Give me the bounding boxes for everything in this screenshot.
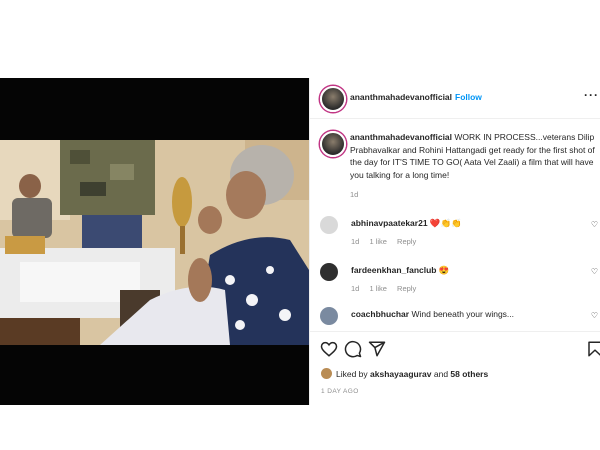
comment-meta: 1d 1 like Reply [351,237,424,246]
author-username[interactable]: ananthmahadevanofficial [350,92,452,102]
comment-likes[interactable]: 1 like [369,284,387,293]
comment-text: 😍 [438,265,450,275]
comment-reply-button[interactable]: Reply [397,237,416,246]
comment-text-line: fardeenkhan_fanclub 😍 [351,265,449,276]
caption-username[interactable]: ananthmahadevanofficial [350,132,452,142]
commenter-username[interactable]: coachbhuchar [351,309,409,319]
commenter-avatar[interactable] [320,307,338,325]
follow-button[interactable]: Follow [455,92,482,102]
comment-icon[interactable] [344,340,362,358]
commenter-avatar[interactable] [320,263,338,281]
post-timestamp: 1 DAY AGO [321,388,359,395]
post-caption: ananthmahadevanofficial WORK IN PROCESS.… [350,131,598,181]
post-actions-bar: Liked by akshayaagurav and 58 others 1 D… [310,331,600,406]
comment-meta: 1d 1 like Reply [351,284,424,293]
likes-prefix: Liked by [336,369,368,379]
author-avatar[interactable] [320,86,346,112]
more-options-icon[interactable]: ··· [584,88,599,102]
caption-avatar[interactable] [320,131,346,157]
liker-avatar[interactable] [321,368,332,379]
commenter-avatar[interactable] [320,216,338,234]
heart-icon[interactable] [320,340,338,358]
caption-meta: 1d [350,190,366,199]
comment-text-line: abhinavpaatekar21 ❤️👏👏 [351,218,462,229]
likes-connector: and [433,369,449,379]
post-media[interactable] [0,78,309,405]
post-header: ananthmahadevanofficial Follow ··· [310,78,600,119]
likes-others[interactable]: 58 others [450,369,488,379]
liker-username[interactable]: akshayaagurav [370,369,431,379]
photo-illustration [0,140,309,345]
comment-likes[interactable]: 1 like [369,237,387,246]
commenter-username[interactable]: fardeenkhan_fanclub [351,265,437,275]
bookmark-icon[interactable] [586,340,600,358]
comment-reply-button[interactable]: Reply [397,284,416,293]
comment-age: 1d [351,237,360,246]
comment-text: ❤️👏👏 [429,218,462,228]
likes-summary: Liked by akshayaagurav and 58 others [321,368,488,379]
comment-like-heart-icon[interactable]: ♡ [591,220,598,229]
share-icon[interactable] [368,340,386,358]
caption-age: 1d [350,190,359,199]
comment-text-line: coachbhuchar Wind beneath your wings... [351,309,514,319]
comment-age: 1d [351,284,360,293]
post-photo [0,140,309,345]
comment-like-heart-icon[interactable]: ♡ [591,267,598,276]
comment-text: Wind beneath your wings... [411,309,515,319]
instagram-post: ananthmahadevanofficial Follow ··· anant… [0,78,600,405]
commenter-username[interactable]: abhinavpaatekar21 [351,218,428,228]
post-side-panel: ananthmahadevanofficial Follow ··· anant… [309,78,600,405]
comment-like-heart-icon[interactable]: ♡ [591,311,598,320]
